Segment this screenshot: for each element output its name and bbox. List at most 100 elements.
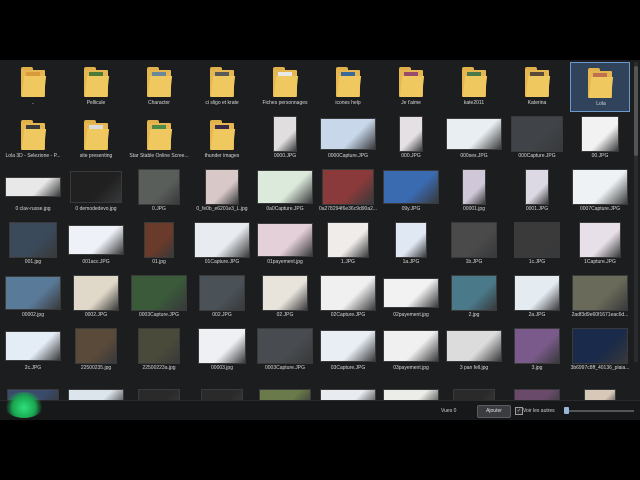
image-file-item[interactable]: 0_fe0b_e6201e3_L.jpg: [192, 168, 252, 218]
image-thumbnail: [511, 116, 563, 152]
image-file-item[interactable]: 02payement.jpg: [381, 274, 441, 324]
image-thumbnail: [257, 328, 313, 364]
file-label: 0000.JPG: [273, 153, 297, 159]
folder-item[interactable]: ci sligo et krate: [192, 62, 252, 112]
folder-item[interactable]: kate2011: [444, 62, 504, 112]
folder-item[interactable]: Fiches personnages: [255, 62, 315, 112]
image-file-item[interactable]: 00001.jpg: [444, 168, 504, 218]
image-thumbnail: [262, 275, 308, 311]
folder-item[interactable]: Lola: [570, 62, 630, 112]
image-file-item[interactable]: 03Capture.JPG: [318, 327, 378, 377]
image-file-item[interactable]: [255, 380, 315, 400]
image-thumbnail: [572, 169, 628, 205]
image-file-item[interactable]: [507, 380, 567, 400]
folder-item[interactable]: Star Stable Online Scree...: [129, 115, 189, 165]
folder-item[interactable]: Pellicule: [66, 62, 126, 112]
image-file-item[interactable]: 0a278294f6e36c9d90a2...: [318, 168, 378, 218]
file-label: 09y.JPG: [401, 206, 421, 212]
image-file-item[interactable]: 2a.JPG: [507, 274, 567, 324]
image-thumbnail: [320, 118, 376, 150]
file-explorer-window: .. Pellicule Character ci sligo et krate Fic…: [0, 60, 640, 420]
image-thumbnail: [68, 389, 124, 400]
image-thumbnail: [138, 169, 180, 205]
image-file-item[interactable]: 22500223a.jpg: [129, 327, 189, 377]
image-file-item[interactable]: 0 demodedevo.jpg: [66, 168, 126, 218]
image-file-item[interactable]: 09y.JPG: [381, 168, 441, 218]
image-file-item[interactable]: 2c.JPG: [3, 327, 63, 377]
image-file-item[interactable]: 01payement.jpg: [255, 221, 315, 271]
show-all-checkbox[interactable]: ✓: [515, 407, 523, 415]
image-file-item[interactable]: 01.jpg: [129, 221, 189, 271]
image-file-item[interactable]: 0a0Capture.JPG: [255, 168, 315, 218]
image-file-item[interactable]: [318, 380, 378, 400]
image-file-item[interactable]: 1.JPG: [318, 221, 378, 271]
folder-item[interactable]: Je t'aime: [381, 62, 441, 112]
image-file-item[interactable]: 0001.JPG: [507, 168, 567, 218]
file-label: 1Capture.JPG: [584, 259, 616, 265]
scrollbar-thumb[interactable]: [634, 66, 638, 156]
image-thumbnail: [199, 275, 245, 311]
image-file-item[interactable]: 2.jpg: [444, 274, 504, 324]
image-file-item[interactable]: 0000.JPG: [255, 115, 315, 165]
folder-item[interactable]: icones help: [318, 62, 378, 112]
image-file-item[interactable]: 00.JPG: [570, 115, 630, 165]
image-file-item[interactable]: 000ses.JPG: [444, 115, 504, 165]
image-thumbnail: [451, 275, 497, 311]
image-file-item[interactable]: 000.JPG: [381, 115, 441, 165]
image-file-item[interactable]: 1c.JPG: [507, 221, 567, 271]
image-file-item[interactable]: 0000Capture.JPG: [318, 115, 378, 165]
image-file-item[interactable]: 02Capture.JPG: [318, 274, 378, 324]
image-file-item[interactable]: 0002.JPG: [66, 274, 126, 324]
image-file-item[interactable]: 1b.JPG: [444, 221, 504, 271]
image-thumbnail: [320, 389, 376, 400]
image-file-item[interactable]: 01Capture.JPG: [192, 221, 252, 271]
folder-item[interactable]: thunder images: [192, 115, 252, 165]
image-file-item[interactable]: [66, 380, 126, 400]
image-file-item[interactable]: 02.JPG: [255, 274, 315, 324]
image-file-item[interactable]: 0003Capture.JPG: [129, 274, 189, 324]
folder-icon: [21, 67, 47, 97]
file-label: kate2011: [463, 100, 485, 106]
image-file-item[interactable]: 00002.jpg: [3, 274, 63, 324]
image-thumbnail: [446, 330, 502, 362]
image-file-item[interactable]: [192, 380, 252, 400]
image-file-item[interactable]: 00003.jpg: [192, 327, 252, 377]
file-label: 1a.JPG: [402, 259, 420, 265]
zoom-slider-knob[interactable]: [564, 407, 569, 414]
image-thumbnail: [320, 275, 376, 311]
add-button[interactable]: Ajouter: [477, 405, 511, 418]
image-file-item[interactable]: 0007Capture.JPG: [570, 168, 630, 218]
folder-icon: [21, 120, 47, 150]
folder-item[interactable]: ..: [3, 62, 63, 112]
image-file-item[interactable]: 002.JPG: [192, 274, 252, 324]
image-file-item[interactable]: 22500235.jpg: [66, 327, 126, 377]
image-file-item[interactable]: 0.JPG: [129, 168, 189, 218]
vertical-scrollbar[interactable]: [634, 62, 638, 362]
image-file-item[interactable]: 1a.JPG: [381, 221, 441, 271]
image-file-item[interactable]: 3.jpg: [507, 327, 567, 377]
folder-item[interactable]: site presenting: [66, 115, 126, 165]
image-file-item[interactable]: 000Capture.JPG: [507, 115, 567, 165]
image-file-item[interactable]: 3 pan fell.jpg: [444, 327, 504, 377]
image-file-item[interactable]: [129, 380, 189, 400]
image-file-item[interactable]: 001.jpg: [3, 221, 63, 271]
image-file-item[interactable]: 3b6997c8ff_40136_plaia...: [570, 327, 630, 377]
folder-item[interactable]: Lola 3D - Selezione - P...: [3, 115, 63, 165]
zoom-slider-track[interactable]: [566, 410, 634, 412]
image-file-item[interactable]: 0003Capture.JPG: [255, 327, 315, 377]
folder-icon: [210, 67, 236, 97]
image-file-item[interactable]: [570, 380, 630, 400]
folder-item[interactable]: Katerina: [507, 62, 567, 112]
image-thumbnail: [259, 389, 311, 400]
image-file-item[interactable]: 0 clav-russe.jpg: [3, 168, 63, 218]
folder-item[interactable]: Character: [129, 62, 189, 112]
image-file-item[interactable]: [381, 380, 441, 400]
image-file-item[interactable]: 2adf3d9e60f1671eac6d...: [570, 274, 630, 324]
image-file-item[interactable]: 001acc.JPG: [66, 221, 126, 271]
image-file-item[interactable]: 03payement.jpg: [381, 327, 441, 377]
file-label: 3b6997c8ff_40136_plaia...: [570, 365, 630, 371]
image-file-item[interactable]: [444, 380, 504, 400]
image-thumbnail: [194, 222, 250, 258]
file-label: 0a278294f6e36c9d90a2...: [318, 206, 378, 212]
image-file-item[interactable]: 1Capture.JPG: [570, 221, 630, 271]
